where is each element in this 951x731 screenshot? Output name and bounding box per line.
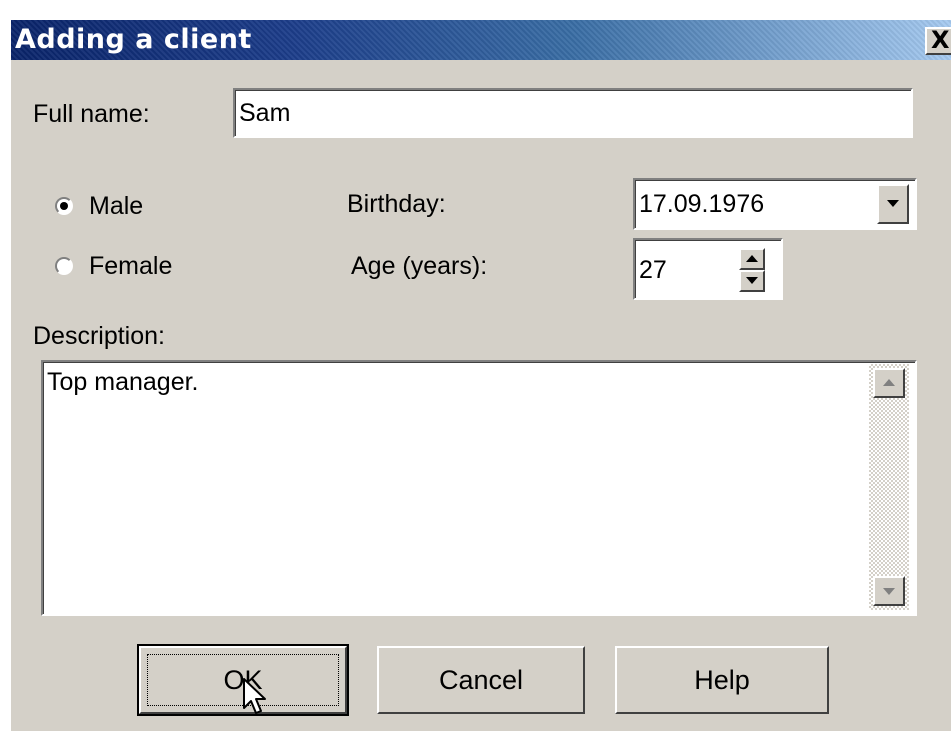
birthday-value: 17.09.1976 [639,190,765,218]
radio-female-label[interactable]: Female [89,252,172,281]
scroll-down-button[interactable] [873,576,905,606]
radio-selected-dot [60,202,68,210]
age-decrement-button[interactable] [739,270,765,292]
scroll-down-icon [883,588,895,595]
full-name-value: Sam [239,99,291,127]
dropdown-arrow-icon [887,200,899,207]
description-value: Top manager. [47,368,199,396]
scroll-up-icon [883,379,895,386]
cancel-button[interactable]: Cancel [377,646,585,714]
age-value: 27 [639,256,667,284]
close-icon: X [931,26,950,54]
description-scrollbar[interactable] [869,364,909,610]
help-button[interactable]: Help [615,646,829,714]
spin-up-icon [746,255,758,262]
title-bar[interactable]: Adding a client X [11,20,951,60]
full-name-input[interactable]: Sam [233,88,913,138]
help-button-label: Help [694,665,750,695]
description-label: Description: [33,322,165,350]
full-name-label: Full name: [33,100,150,128]
age-spinner[interactable]: 27 [633,238,783,300]
birthday-dropdown[interactable]: 17.09.1976 [633,178,917,230]
cancel-button-label: Cancel [438,665,524,695]
birthday-label: Birthday: [347,190,446,218]
radio-male-label[interactable]: Male [89,192,143,221]
age-increment-button[interactable] [739,248,765,270]
radio-female-indicator[interactable] [55,257,73,275]
age-label: Age (years): [351,252,488,280]
radio-male-indicator[interactable] [55,197,73,215]
spin-down-icon [746,277,758,284]
dialog-title: Adding a client [15,24,252,55]
close-button[interactable]: X [925,27,951,55]
birthday-dropdown-button[interactable] [877,184,909,224]
add-client-dialog: Adding a client X Full name: Sam Male Fe… [10,20,951,731]
description-textarea[interactable]: Top manager. [41,360,917,616]
mouse-cursor-icon [243,678,266,714]
scroll-up-button[interactable] [873,368,905,398]
